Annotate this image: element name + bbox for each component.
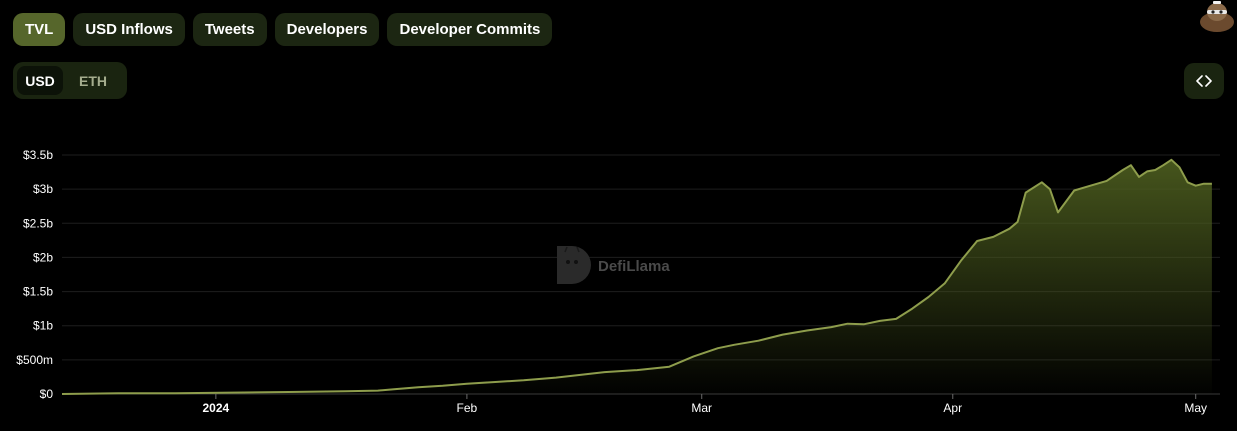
- x-tick-label: Feb: [457, 401, 478, 415]
- y-tick-label: $3b: [33, 182, 53, 196]
- x-axis-ticks: 2024 Feb Mar Apr May: [203, 394, 1207, 415]
- x-tick-label: May: [1184, 401, 1207, 415]
- y-tick-label: $3.5b: [23, 148, 53, 162]
- defillama-logo-icon: [557, 246, 591, 284]
- y-tick-label: $1.5b: [23, 285, 53, 299]
- y-tick-label: $0: [40, 387, 54, 401]
- tvl-chart: DefiLlama $0 $500m $1b $1.5b $2b $2.5b $3b $3.5…: [16, 148, 1220, 415]
- tvl-area: [62, 159, 1212, 394]
- y-tick-label: $2b: [33, 250, 53, 264]
- y-tick-label: $500m: [16, 353, 53, 367]
- watermark: DefiLlama: [557, 246, 670, 284]
- x-tick-label: 2024: [203, 401, 230, 415]
- y-tick-label: $1b: [33, 319, 53, 333]
- x-tick-label: Apr: [943, 401, 962, 415]
- y-axis-ticks: $0 $500m $1b $1.5b $2b $2.5b $3b $3.5b: [16, 148, 53, 401]
- watermark-text: DefiLlama: [598, 258, 670, 275]
- x-tick-label: Mar: [691, 401, 712, 415]
- y-tick-label: $2.5b: [23, 216, 53, 230]
